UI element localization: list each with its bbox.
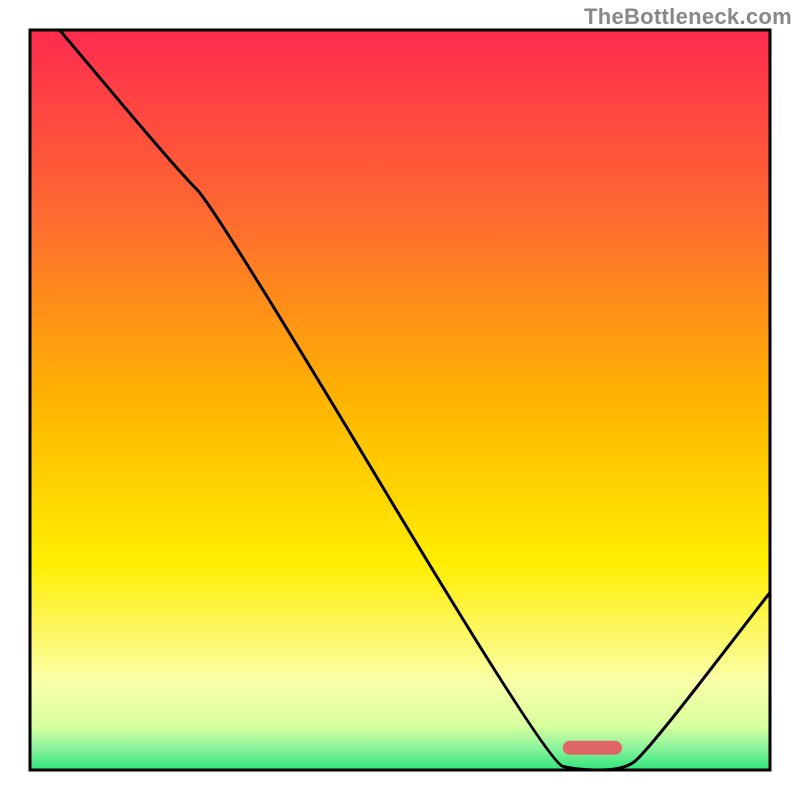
watermark-label: TheBottleneck.com	[584, 4, 792, 30]
plot-background	[30, 30, 770, 770]
chart-container: TheBottleneck.com	[0, 0, 800, 800]
optimal-range-marker	[563, 741, 622, 755]
bottleneck-chart	[0, 0, 800, 800]
